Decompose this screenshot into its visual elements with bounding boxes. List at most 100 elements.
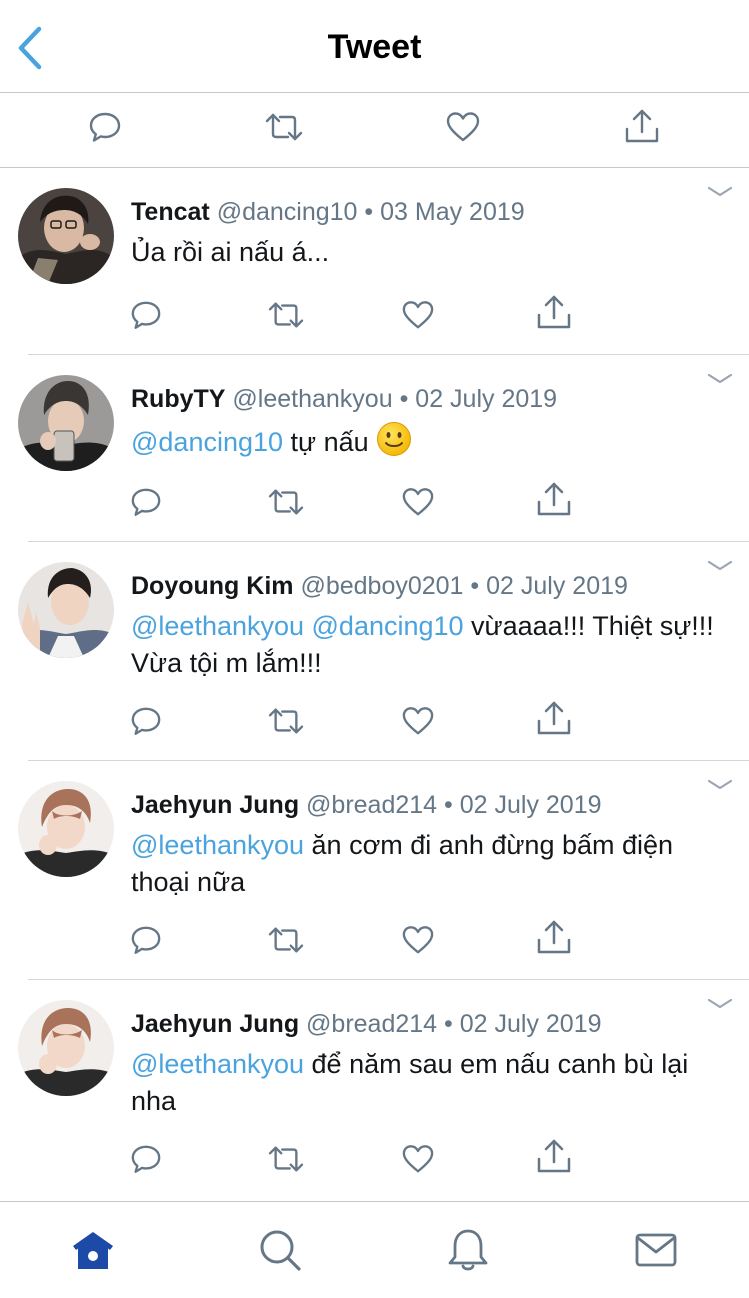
separator-dot: • [364,198,374,226]
nav-bar: Tweet [0,0,749,93]
messages-icon [635,1233,677,1267]
author-name[interactable]: Doyoung Kim [131,572,294,600]
mention-link[interactable]: @leethankyou [131,1049,304,1079]
author-handle[interactable]: @bedboy0201 [300,572,463,600]
tweet-header: Jaehyun Jung @bread214 • 02 July 2019 [131,1008,709,1040]
like-icon [402,707,434,735]
tweet-item[interactable]: RubyTY @leethankyou • 02 July 2019 @danc… [0,355,749,542]
author-name[interactable]: Jaehyun Jung [131,1010,299,1038]
avatar[interactable] [18,188,114,284]
reply-button[interactable] [126,295,166,335]
chevron-down-icon[interactable] [707,777,733,793]
separator-dot: • [444,1010,453,1038]
tab-home[interactable] [67,1224,119,1276]
home-icon [73,1232,113,1269]
reply-icon [131,707,161,735]
author-handle[interactable]: @bread214 [306,791,437,819]
author-name[interactable]: RubyTY [131,385,225,413]
like-button[interactable] [398,701,438,741]
tweet-date: 02 July 2019 [415,385,558,413]
retweet-icon [268,927,304,953]
share-button[interactable] [534,293,574,333]
like-icon [402,301,434,329]
avatar[interactable] [18,1000,114,1096]
tweet-header: Tencat @dancing10 • 03 May 2019 [131,196,709,228]
like-button[interactable] [398,295,438,335]
tweet-text: @leethankyou @dancing10 vừaaaa!!! Thiệt … [131,608,719,682]
tweet-date: 03 May 2019 [380,198,525,226]
reply-icon [131,1145,161,1173]
tweet-item[interactable]: Doyoung Kim @bedboy0201 • 02 July 2019 @… [0,542,749,761]
like-icon [402,1145,434,1173]
like-icon [402,926,434,954]
author-handle[interactable]: @leethankyou [232,385,392,413]
chevron-down-icon[interactable] [707,184,733,200]
share-icon [537,295,571,329]
tweet-item[interactable]: Tencat @dancing10 • 03 May 2019 Ủa rồi a… [0,168,749,355]
reply-button[interactable] [126,920,166,960]
notifications-icon [448,1229,488,1271]
avatar[interactable] [18,375,114,471]
reply-button[interactable] [126,701,166,741]
tweet-date: 02 July 2019 [486,572,628,600]
share-icon [625,109,659,143]
tweet-header: Jaehyun Jung @bread214 • 02 July 2019 [131,789,709,821]
retweet-icon [268,302,304,328]
tweet-item[interactable]: Jaehyun Jung @bread214 • 02 July 2019 @l… [0,980,749,1199]
author-name[interactable]: Jaehyun Jung [131,791,299,819]
share-button[interactable] [534,480,574,520]
tweet-date: 02 July 2019 [459,791,602,819]
chevron-down-icon[interactable] [707,996,733,1012]
tab-bar [0,1201,749,1298]
author-handle[interactable]: @bread214 [306,1010,437,1038]
retweet-button[interactable] [266,701,306,741]
retweet-button[interactable] [266,920,306,960]
reply-button[interactable] [126,482,166,522]
mention-link[interactable]: @leethankyou [131,830,304,860]
like-button[interactable] [398,482,438,522]
tweet-text: Ủa rồi ai nấu á... [131,234,719,271]
separator-dot: • [444,791,453,819]
page-title: Tweet [327,28,422,66]
mention-link[interactable]: @dancing10 [131,427,283,457]
search-icon [260,1230,301,1271]
reply-button[interactable] [126,1139,166,1179]
retweet-button[interactable] [266,1139,306,1179]
tweet-text-content: Ủa rồi ai nấu á... [131,237,330,267]
slightly-smiling-face-icon [377,422,412,456]
tweet-item[interactable]: Jaehyun Jung @bread214 • 02 July 2019 @l… [0,761,749,980]
share-icon [537,701,571,735]
main-like-button[interactable] [441,105,485,149]
like-button[interactable] [398,1139,438,1179]
reply-icon [131,926,161,954]
tab-messages[interactable] [630,1224,682,1276]
chevron-down-icon[interactable] [707,558,733,574]
retweet-button[interactable] [266,482,306,522]
separator-dot: • [470,572,480,600]
share-icon [537,1139,571,1173]
like-button[interactable] [398,920,438,960]
reply-icon [131,488,161,516]
tweet-date: 02 July 2019 [459,1010,602,1038]
share-button[interactable] [534,918,574,958]
tweet-text: @leethankyou để năm sau em nấu canh bù l… [131,1046,719,1120]
tab-notifications[interactable] [442,1224,494,1276]
avatar[interactable] [18,781,114,877]
mention-link[interactable]: @leethankyou @dancing10 [131,611,464,641]
avatar[interactable] [18,562,114,658]
tab-search[interactable] [254,1224,306,1276]
main-reply-button[interactable] [83,105,127,149]
reply-icon [89,112,121,142]
author-name[interactable]: Tencat [131,198,210,226]
retweet-icon [268,708,304,734]
author-handle[interactable]: @dancing10 [217,198,358,226]
share-button[interactable] [534,1137,574,1177]
main-tweet-actions [0,93,749,168]
retweet-button[interactable] [266,295,306,335]
main-retweet-button[interactable] [262,105,306,149]
tweet-header: RubyTY @leethankyou • 02 July 2019 [131,383,709,415]
share-button[interactable] [534,699,574,739]
chevron-down-icon[interactable] [707,371,733,387]
main-share-button[interactable] [620,105,664,149]
like-icon [446,112,480,142]
